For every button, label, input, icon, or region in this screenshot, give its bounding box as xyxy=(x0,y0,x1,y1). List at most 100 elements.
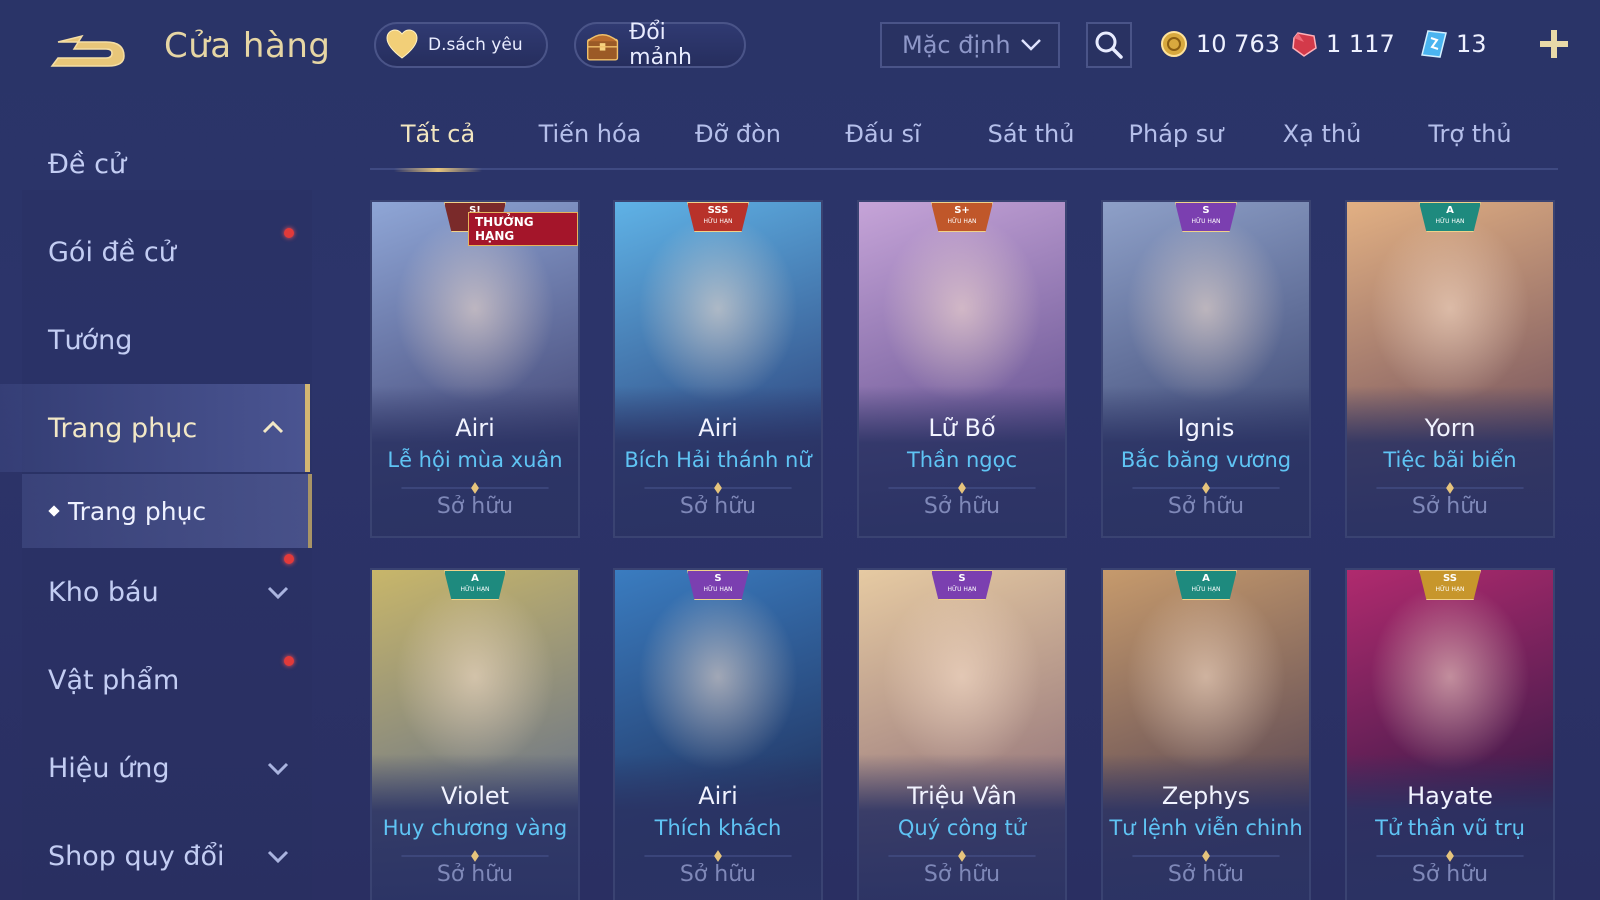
ruby-balance: 1 117 xyxy=(1290,24,1395,64)
skin-card[interactable]: S HỮU HẠN Airi Thích khách Sở hữu xyxy=(613,568,823,900)
skin-card[interactable]: SS HỮU HẠN Hayate Tử thần vũ trụ Sở hữu xyxy=(1345,568,1555,900)
chevron-down-icon xyxy=(267,850,289,864)
skin-name: Lễ hội mùa xuân xyxy=(387,448,563,472)
skin-tier-sublabel: HỮU HẠN xyxy=(1191,218,1221,225)
hero-name: Lữ Bố xyxy=(928,414,996,442)
skin-tier-label: A xyxy=(471,573,479,584)
sidebar-item-label: Gói đề cử xyxy=(48,236,176,268)
tab-all[interactable]: Tất cả xyxy=(394,120,482,172)
hero-name: Airi xyxy=(698,782,738,810)
skin-tier-label: A xyxy=(1202,573,1210,584)
sidebar-subitem-label: Trang phục xyxy=(68,496,207,526)
skin-tier-badge: S+ HỮU HẠN xyxy=(931,202,993,232)
sidebar-item-recommended-packs[interactable]: Gói đề cử xyxy=(0,208,310,296)
skin-name: Thần ngọc xyxy=(906,448,1018,472)
chevron-up-icon xyxy=(262,420,284,434)
hero-name: Yorn xyxy=(1424,414,1476,442)
sidebar-item-label: Hiệu ứng xyxy=(48,752,170,784)
skin-card[interactable]: S! THƯỞNG HẠNG Airi Lễ hội mùa xuân Sở hữu xyxy=(370,200,580,538)
tab-fighter[interactable]: Đấu sĩ xyxy=(842,120,924,170)
sidebar-item-label: Vật phẩm xyxy=(48,664,180,696)
sidebar-item-effects[interactable]: Hiệu ứng xyxy=(0,724,310,812)
favorites-button[interactable]: D.sách yêu xyxy=(374,22,548,68)
hero-name: Airi xyxy=(698,414,738,442)
heart-icon xyxy=(386,29,418,59)
skin-tier-sublabel: HỮU HẠN xyxy=(947,586,977,593)
skin-name: Tử thần vũ trụ xyxy=(1375,816,1525,840)
ornament-divider-icon xyxy=(1132,850,1280,862)
chevron-down-icon xyxy=(267,586,289,600)
skin-tier-label: S xyxy=(958,573,966,584)
skin-tier-badge: S HỮU HẠN xyxy=(931,570,993,600)
hero-name: Hayate xyxy=(1407,782,1493,810)
tab-evolution[interactable]: Tiến hóa xyxy=(538,120,642,170)
sidebar-item-recommended[interactable]: Đề cử xyxy=(0,120,310,208)
skin-name: Thích khách xyxy=(654,816,782,840)
shard-exchange-button[interactable]: Đổi mảnh xyxy=(574,20,746,70)
ticket-icon xyxy=(1421,30,1447,58)
sidebar-subitem-skins[interactable]: Trang phục xyxy=(22,474,312,548)
ruby-gem-icon xyxy=(1292,32,1317,57)
skin-tier-badge: SS HỮU HẠN xyxy=(1419,570,1481,600)
skin-card[interactable]: A HỮU HẠN Yorn Tiệc bãi biển Sở hữu xyxy=(1345,200,1555,538)
top-bar: Cửa hàng D.sách yêu Đổi mảnh Mặc định 10… xyxy=(0,0,1600,90)
skin-card[interactable]: S HỮU HẠN Triệu Vân Quý công tử Sở hữu xyxy=(857,568,1067,900)
sidebar-item-skins[interactable]: Trang phục xyxy=(0,384,310,472)
hero-name: Ignis xyxy=(1177,414,1235,442)
notification-dot xyxy=(284,656,294,666)
hero-name: Triệu Vân xyxy=(907,782,1017,810)
ornament-divider-icon xyxy=(644,850,792,862)
owned-status: Sở hữu xyxy=(1167,862,1245,887)
category-tabs: Tất cả Tiến hóa Đỡ đòn Đấu sĩ Sát thủ Ph… xyxy=(370,112,1558,172)
skin-card[interactable]: A HỮU HẠN Zephys Tư lệnh viễn chinh Sở hữu xyxy=(1101,568,1311,900)
tab-assassin[interactable]: Sát thủ xyxy=(984,120,1078,170)
search-icon xyxy=(1095,31,1123,59)
skin-tier-badge: A HỮU HẠN xyxy=(1175,570,1237,600)
skin-card[interactable]: SSS HỮU HẠN Airi Bích Hải thánh nữ Sở hữu xyxy=(613,200,823,538)
skin-tier-label: SS xyxy=(1443,573,1457,584)
sidebar-item-label: Shop quy đổi xyxy=(48,840,225,872)
page-title: Cửa hàng xyxy=(164,26,331,66)
tab-tank[interactable]: Đỡ đòn xyxy=(688,120,788,170)
skin-card[interactable]: A HỮU HẠN Violet Huy chương vàng Sở hữu xyxy=(370,568,580,900)
tab-marksman[interactable]: Xạ thủ xyxy=(1282,120,1362,170)
skin-tier-badge: SSS HỮU HẠN xyxy=(687,202,749,232)
sidebar-item-heroes[interactable]: Tướng xyxy=(0,296,310,384)
skin-tier-label: S xyxy=(1202,205,1210,216)
skin-tier-sublabel: HỮU HẠN xyxy=(703,586,733,593)
owned-status: Sở hữu xyxy=(679,494,757,519)
tab-mage[interactable]: Pháp sư xyxy=(1128,120,1224,170)
sidebar-item-treasure[interactable]: Kho báu xyxy=(0,548,310,636)
gold-coin-icon xyxy=(1161,31,1187,57)
ruby-amount: 1 117 xyxy=(1326,30,1395,58)
skin-tier-badge: A HỮU HẠN xyxy=(444,570,506,600)
ornament-divider-icon xyxy=(888,482,1036,494)
back-arrow-icon[interactable] xyxy=(44,22,134,74)
skin-card[interactable]: S HỮU HẠN Ignis Bắc băng vương Sở hữu xyxy=(1101,200,1311,538)
skin-tier-sublabel: HỮU HẠN xyxy=(1435,218,1465,225)
sidebar: Đề cử Gói đề cử Tướng Trang phục Trang p… xyxy=(0,110,315,900)
skin-tier-sublabel: HỮU HẠN xyxy=(947,218,977,225)
ticket-amount: 13 xyxy=(1456,30,1487,58)
sidebar-item-label: Tướng xyxy=(48,324,133,356)
plus-icon[interactable] xyxy=(1536,26,1572,62)
owned-status: Sở hữu xyxy=(1167,494,1245,519)
skin-name: Bắc băng vương xyxy=(1120,448,1292,472)
skin-tier-badge: A HỮU HẠN xyxy=(1419,202,1481,232)
search-button[interactable] xyxy=(1086,22,1132,68)
sidebar-item-items[interactable]: Vật phẩm xyxy=(0,636,310,724)
ticket-balance: 13 xyxy=(1420,24,1487,64)
sort-dropdown[interactable]: Mặc định xyxy=(880,22,1060,68)
owned-status: Sở hữu xyxy=(436,862,514,887)
ornament-divider-icon xyxy=(1376,482,1524,494)
chevron-down-icon xyxy=(1021,39,1041,51)
ornament-divider-icon xyxy=(1376,850,1524,862)
tab-support[interactable]: Trợ thủ xyxy=(1424,120,1516,170)
sort-selected-value: Mặc định xyxy=(902,31,1011,59)
gold-balance: 10 763 xyxy=(1160,24,1280,64)
skin-card[interactable]: S+ HỮU HẠN Lữ Bố Thần ngọc Sở hữu xyxy=(857,200,1067,538)
sidebar-item-exchange-shop[interactable]: Shop quy đổi xyxy=(0,812,310,900)
skin-tier-sublabel: HỮU HẠN xyxy=(1191,586,1221,593)
owned-status: Sở hữu xyxy=(436,494,514,519)
owned-status: Sở hữu xyxy=(923,862,1001,887)
